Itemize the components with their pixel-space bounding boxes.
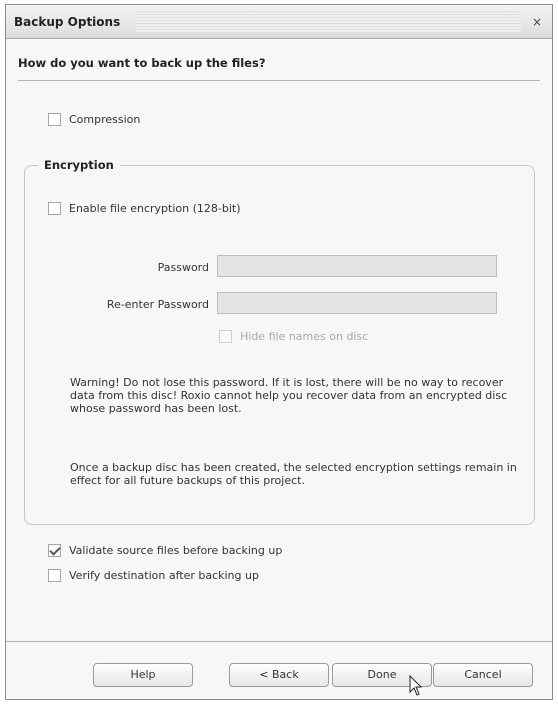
help-button[interactable]: Help (93, 663, 193, 687)
validate-source-option[interactable]: Validate source files before backing up (48, 544, 282, 557)
encryption-group-label: Encryption (38, 158, 120, 172)
verify-destination-option[interactable]: Verify destination after backing up (48, 569, 259, 582)
password-warning-text: Warning! Do not lose this password. If i… (70, 376, 508, 415)
back-button[interactable]: < Back (229, 663, 329, 687)
compression-option[interactable]: Compression (48, 113, 140, 126)
reenter-password-label: Re-enter Password (106, 298, 209, 311)
section-heading: How do you want to back up the files? (18, 56, 266, 70)
cancel-button[interactable]: Cancel (433, 663, 533, 687)
verify-destination-checkbox[interactable] (48, 569, 61, 582)
dialog-title: Backup Options (14, 15, 121, 29)
hide-file-names-option[interactable]: Hide file names on disc (219, 330, 368, 343)
enable-encryption-checkbox[interactable] (48, 202, 61, 215)
hide-file-names-checkbox[interactable] (219, 330, 232, 343)
compression-checkbox[interactable] (48, 113, 61, 126)
footer-divider (6, 641, 552, 642)
compression-label: Compression (69, 113, 141, 126)
heading-divider (18, 80, 540, 81)
hide-file-names-label: Hide file names on disc (240, 330, 369, 343)
title-bar-grip (136, 11, 521, 33)
enable-encryption-option[interactable]: Enable file encryption (128-bit) (48, 202, 240, 215)
enable-encryption-label: Enable file encryption (128-bit) (69, 202, 241, 215)
validate-source-checkbox[interactable] (48, 544, 61, 557)
backup-options-dialog: Backup Options × How do you want to back… (5, 4, 553, 700)
close-icon[interactable]: × (530, 15, 544, 29)
reenter-password-field[interactable] (217, 292, 497, 314)
title-bar[interactable]: Backup Options × (6, 5, 552, 39)
encryption-settings-note: Once a backup disc has been created, the… (70, 461, 517, 487)
validate-source-label: Validate source files before backing up (69, 544, 283, 557)
password-field[interactable] (217, 255, 497, 277)
password-label: Password (157, 261, 209, 274)
verify-destination-label: Verify destination after backing up (69, 569, 259, 582)
mouse-pointer-icon (409, 675, 423, 696)
